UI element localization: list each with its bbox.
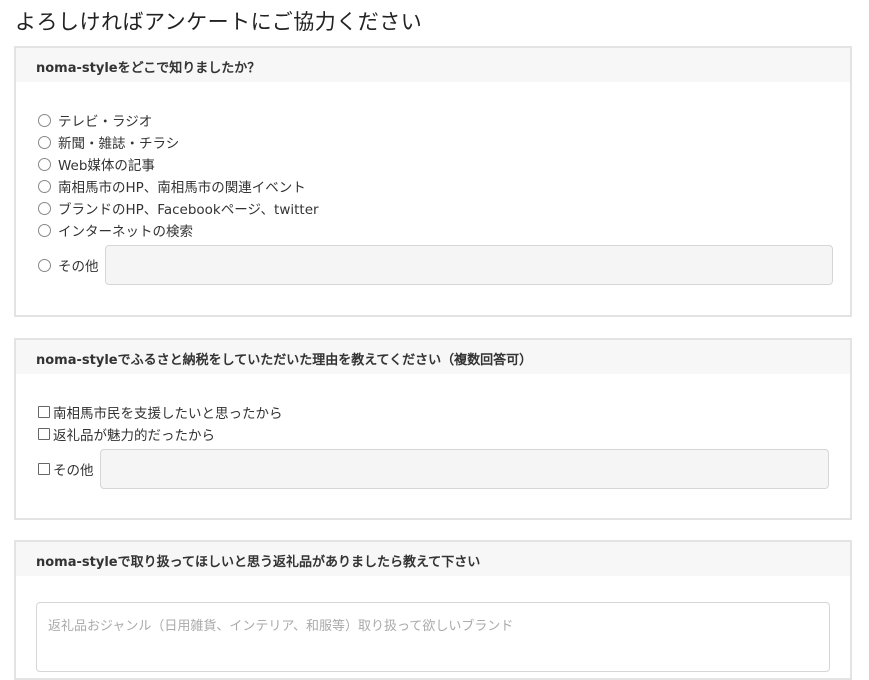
- q1-option[interactable]: Web媒体の記事: [38, 153, 319, 175]
- q1-other-row: その他: [38, 245, 833, 285]
- q2-other-input[interactable]: [99, 449, 829, 489]
- radio-button[interactable]: [38, 157, 51, 171]
- q2-heading: noma-styleでふるさと納税をしていただいた理由を教えてください（複数回答…: [16, 340, 850, 374]
- q1-option[interactable]: インターネットの検索: [38, 219, 319, 241]
- q1-option-label: 新聞・雑誌・チラシ: [58, 136, 180, 152]
- survey-q3-panel: noma-styleで取り扱ってほしいと思う返礼品がありましたら教えて下さい 返…: [14, 540, 852, 680]
- radio-button[interactable]: [38, 135, 51, 149]
- q1-option[interactable]: テレビ・ラジオ: [38, 109, 319, 131]
- q2-option-label: 返礼品が魅力的だったから: [53, 428, 215, 444]
- q2-other-row: その他: [38, 449, 829, 489]
- q2-option[interactable]: 返礼品が魅力的だったから: [38, 423, 283, 445]
- q1-option[interactable]: 南相馬市のHP、南相馬市の関連イベント: [38, 175, 319, 197]
- checkbox[interactable]: [38, 463, 50, 475]
- radio-button[interactable]: [38, 179, 51, 193]
- checkbox[interactable]: [38, 428, 50, 440]
- q2-other-label: その他: [53, 463, 94, 479]
- radio-button[interactable]: [38, 201, 51, 215]
- q3-heading: noma-styleで取り扱ってほしいと思う返礼品がありましたら教えて下さい: [16, 542, 850, 576]
- survey-q1-panel: noma-styleをどこで知りましたか？ テレビ・ラジオ 新聞・雑誌・チラシ …: [14, 46, 852, 317]
- q1-option[interactable]: ブランドのHP、Facebookページ、twitter: [38, 197, 319, 219]
- page-title: よろしければアンケートにご協力ください: [15, 10, 423, 34]
- survey-q2-panel: noma-styleでふるさと納税をしていただいた理由を教えてください（複数回答…: [14, 338, 852, 520]
- q2-options: 南相馬市民を支援したいと思ったから 返礼品が魅力的だったから: [38, 401, 283, 445]
- q1-option-label: Web媒体の記事: [58, 158, 155, 174]
- q1-option[interactable]: 新聞・雑誌・チラシ: [38, 131, 319, 153]
- q1-option-label: ブランドのHP、Facebookページ、twitter: [58, 202, 319, 218]
- q1-option-label: 南相馬市のHP、南相馬市の関連イベント: [58, 180, 306, 196]
- radio-button[interactable]: [38, 258, 51, 272]
- q1-other-label: その他: [58, 259, 99, 275]
- q2-option-label: 南相馬市民を支援したいと思ったから: [53, 406, 283, 422]
- radio-button[interactable]: [38, 113, 51, 127]
- q3-textarea[interactable]: 返礼品おジャンル（日用雑貨、インテリア、和服等）取り扱って欲しいブランド: [36, 602, 830, 672]
- radio-button[interactable]: [38, 223, 51, 237]
- q1-options: テレビ・ラジオ 新聞・雑誌・チラシ Web媒体の記事 南相馬市のHP、南相馬市の…: [38, 109, 319, 241]
- q1-option-label: インターネットの検索: [58, 224, 193, 240]
- checkbox[interactable]: [38, 406, 50, 418]
- q1-heading: noma-styleをどこで知りましたか？: [16, 48, 850, 82]
- q1-other-input[interactable]: [104, 245, 833, 285]
- q2-option[interactable]: 南相馬市民を支援したいと思ったから: [38, 401, 283, 423]
- q3-placeholder: 返礼品おジャンル（日用雑貨、インテリア、和服等）取り扱って欲しいブランド: [48, 619, 514, 634]
- q1-option-label: テレビ・ラジオ: [58, 114, 153, 130]
